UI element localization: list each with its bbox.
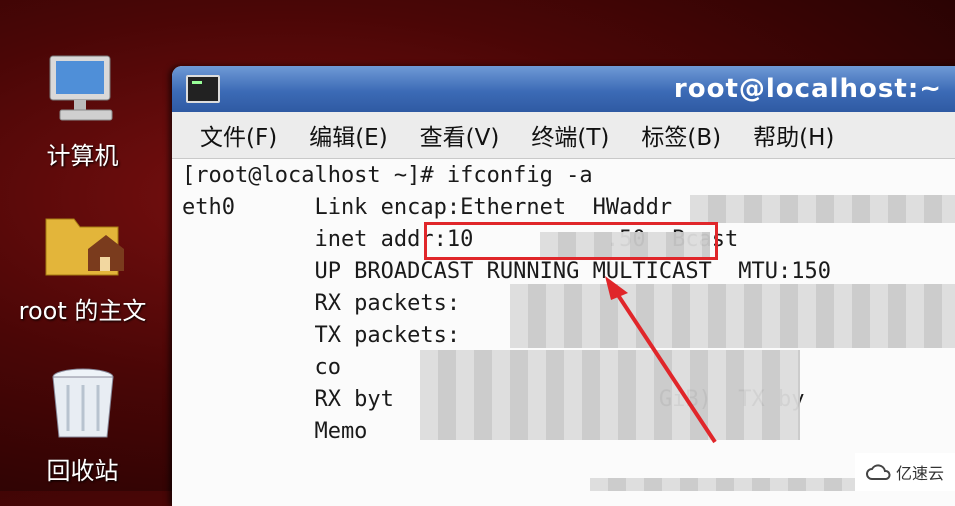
annotation-arrow <box>605 276 717 444</box>
watermark: 亿速云 <box>855 453 955 491</box>
watermark-text: 亿速云 <box>895 464 944 483</box>
cloud-icon <box>866 464 891 480</box>
